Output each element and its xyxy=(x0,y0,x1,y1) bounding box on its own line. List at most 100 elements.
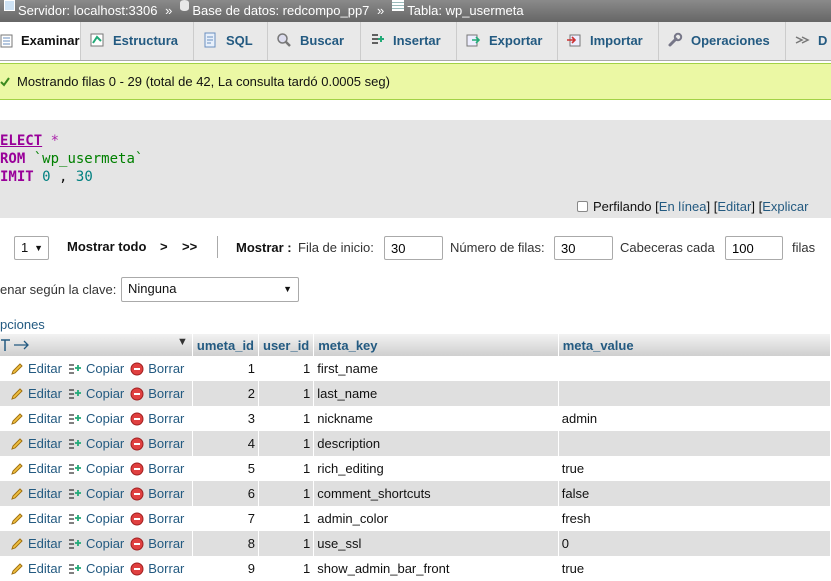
cell-user-id[interactable]: 1 xyxy=(258,356,315,381)
table-row[interactable]: Editar Copiar Borrar 3 1 nickname admin xyxy=(0,406,831,431)
headers-every-input[interactable] xyxy=(725,236,783,260)
cell-meta-value[interactable]: true xyxy=(558,456,831,481)
tab-import[interactable]: Importar xyxy=(558,22,659,60)
cell-meta-key[interactable]: nickname xyxy=(313,406,559,431)
num-rows-input[interactable] xyxy=(554,236,613,260)
cell-meta-key[interactable]: use_ssl xyxy=(313,531,559,556)
expand-columns-icon[interactable] xyxy=(0,338,32,352)
sort-triangle-icon[interactable]: ▼ xyxy=(177,336,188,348)
edit-action[interactable]: Editar xyxy=(10,511,62,526)
tab-triggers[interactable]: D xyxy=(786,22,831,60)
table-row[interactable]: Editar Copiar Borrar 2 1 last_name xyxy=(0,381,831,406)
table-row[interactable]: Editar Copiar Borrar 4 1 description xyxy=(0,431,831,456)
start-row-input[interactable] xyxy=(384,236,443,260)
column-header-umeta-id[interactable]: umeta_id xyxy=(192,334,260,356)
cell-meta-value[interactable]: false xyxy=(558,481,831,506)
delete-action[interactable]: Borrar xyxy=(130,361,184,376)
show-all-button[interactable]: Mostrar todo xyxy=(67,235,146,259)
delete-action[interactable]: Borrar xyxy=(130,461,184,476)
cell-meta-value[interactable] xyxy=(558,431,831,456)
edit-action[interactable]: Editar xyxy=(10,411,62,426)
cell-meta-value[interactable]: 0 xyxy=(558,531,831,556)
page-select[interactable]: 1 ▼ xyxy=(14,236,49,260)
edit-action[interactable]: Editar xyxy=(10,486,62,501)
cell-umeta-id[interactable]: 5 xyxy=(192,456,260,481)
tab-export[interactable]: Exportar xyxy=(457,22,558,60)
cell-meta-key[interactable]: last_name xyxy=(313,381,559,406)
delete-action[interactable]: Borrar xyxy=(130,511,184,526)
copy-action[interactable]: Copiar xyxy=(68,511,124,526)
cell-user-id[interactable]: 1 xyxy=(258,381,315,406)
cell-meta-key[interactable]: show_admin_bar_front xyxy=(313,556,559,581)
cell-user-id[interactable]: 1 xyxy=(258,431,315,456)
cell-meta-value[interactable]: fresh xyxy=(558,506,831,531)
cell-umeta-id[interactable]: 1 xyxy=(192,356,260,381)
next-page-button[interactable]: > xyxy=(160,235,168,259)
delete-action[interactable]: Borrar xyxy=(130,486,184,501)
table-row[interactable]: Editar Copiar Borrar 8 1 use_ssl 0 xyxy=(0,531,831,556)
copy-action[interactable]: Copiar xyxy=(68,411,124,426)
edit-action[interactable]: Editar xyxy=(10,561,62,576)
edit-action[interactable]: Editar xyxy=(10,386,62,401)
cell-meta-key[interactable]: comment_shortcuts xyxy=(313,481,559,506)
copy-action[interactable]: Copiar xyxy=(68,461,124,476)
edit-query-link[interactable]: Editar xyxy=(717,199,751,214)
cell-user-id[interactable]: 1 xyxy=(258,456,315,481)
copy-action[interactable]: Copiar xyxy=(68,486,124,501)
sql-keyword-select[interactable]: ELECT xyxy=(0,133,42,149)
copy-action[interactable]: Copiar xyxy=(68,361,124,376)
column-header-user-id[interactable]: user_id xyxy=(258,334,315,356)
tab-insert[interactable]: Insertar xyxy=(361,22,457,60)
cell-umeta-id[interactable]: 7 xyxy=(192,506,260,531)
cell-meta-key[interactable]: admin_color xyxy=(313,506,559,531)
cell-user-id[interactable]: 1 xyxy=(258,406,315,431)
tab-operations[interactable]: Operaciones xyxy=(659,22,786,60)
copy-action[interactable]: Copiar xyxy=(68,561,124,576)
explain-link[interactable]: Explicar xyxy=(762,199,808,214)
delete-action[interactable]: Borrar xyxy=(130,411,184,426)
edit-action[interactable]: Editar xyxy=(10,436,62,451)
profiling-checkbox[interactable] xyxy=(577,201,588,212)
cell-umeta-id[interactable]: 9 xyxy=(192,556,260,581)
cell-meta-key[interactable]: rich_editing xyxy=(313,456,559,481)
copy-action[interactable]: Copiar xyxy=(68,536,124,551)
cell-meta-key[interactable]: description xyxy=(313,431,559,456)
options-toggle[interactable]: pciones xyxy=(0,317,45,332)
table-row[interactable]: Editar Copiar Borrar 5 1 rich_editing true xyxy=(0,456,831,481)
column-header-meta-key[interactable]: meta_key xyxy=(313,334,559,356)
sort-by-key-select[interactable]: Ninguna ▼ xyxy=(121,277,299,302)
cell-meta-value[interactable]: true xyxy=(558,556,831,581)
cell-umeta-id[interactable]: 3 xyxy=(192,406,260,431)
breadcrumb-database[interactable]: Base de datos: redcompo_pp7 xyxy=(192,0,369,22)
cell-meta-value[interactable] xyxy=(558,381,831,406)
cell-umeta-id[interactable]: 2 xyxy=(192,381,260,406)
tab-search[interactable]: Buscar xyxy=(268,22,361,60)
cell-user-id[interactable]: 1 xyxy=(258,531,315,556)
cell-user-id[interactable]: 1 xyxy=(258,556,315,581)
cell-meta-value[interactable] xyxy=(558,356,831,381)
column-header-meta-value[interactable]: meta_value xyxy=(558,334,831,356)
edit-action[interactable]: Editar xyxy=(10,536,62,551)
delete-action[interactable]: Borrar xyxy=(130,536,184,551)
last-page-button[interactable]: >> xyxy=(182,235,197,259)
tab-structure[interactable]: Estructura xyxy=(81,22,194,60)
cell-umeta-id[interactable]: 4 xyxy=(192,431,260,456)
table-row[interactable]: Editar Copiar Borrar 9 1 show_admin_bar_front… xyxy=(0,556,831,581)
tab-sql[interactable]: SQL xyxy=(194,22,268,60)
delete-action[interactable]: Borrar xyxy=(130,386,184,401)
cell-user-id[interactable]: 1 xyxy=(258,481,315,506)
cell-user-id[interactable]: 1 xyxy=(258,506,315,531)
table-row[interactable]: Editar Copiar Borrar 6 1 comment_shortcuts fal… xyxy=(0,481,831,506)
edit-action[interactable]: Editar xyxy=(10,461,62,476)
copy-action[interactable]: Copiar xyxy=(68,436,124,451)
cell-meta-key[interactable]: first_name xyxy=(313,356,559,381)
inline-edit-link[interactable]: En línea xyxy=(659,199,707,214)
breadcrumb-table[interactable]: Tabla: wp_usermeta xyxy=(407,0,523,22)
cell-umeta-id[interactable]: 8 xyxy=(192,531,260,556)
table-row[interactable]: Editar Copiar Borrar 1 1 first_name xyxy=(0,356,831,381)
delete-action[interactable]: Borrar xyxy=(130,436,184,451)
copy-action[interactable]: Copiar xyxy=(68,386,124,401)
cell-meta-value[interactable]: admin xyxy=(558,406,831,431)
breadcrumb-server[interactable]: Servidor: localhost:3306 xyxy=(18,0,157,22)
table-row[interactable]: Editar Copiar Borrar 7 1 admin_color fresh xyxy=(0,506,831,531)
